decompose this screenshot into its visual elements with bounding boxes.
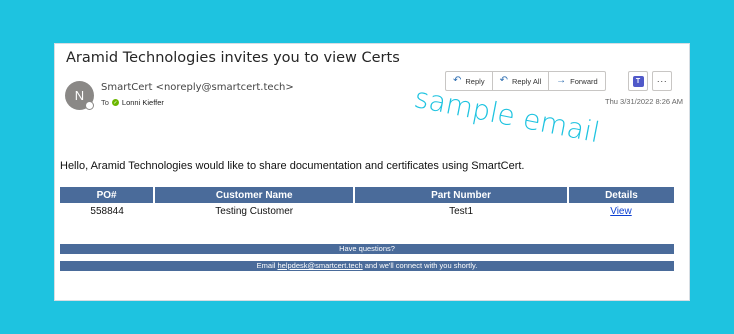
contact-bar: Email helpdesk@smartcert.tech and we'll … <box>60 261 674 271</box>
more-options-button[interactable]: ··· <box>652 71 672 91</box>
column-header-part: Part Number <box>354 187 569 203</box>
cell-part: Test1 <box>449 205 474 217</box>
sender[interactable]: SmartCert <noreply@smartcert.tech> <box>101 82 294 93</box>
cell-details: View <box>568 203 674 219</box>
column-header-details: Details <box>567 187 674 203</box>
forward-button[interactable]: → Forward <box>549 72 605 90</box>
email-card: Aramid Technologies invites you to view … <box>55 44 689 300</box>
sample-watermark: sample email <box>411 81 603 150</box>
table-header-row: PO# Customer Name Part Number Details <box>60 187 674 203</box>
certs-table: PO# Customer Name Part Number Details 55… <box>60 187 674 219</box>
contact-prefix: Email <box>256 261 278 270</box>
email-date: Thu 3/31/2022 8:26 AM <box>605 97 683 106</box>
teams-icon: T <box>632 75 644 87</box>
action-buttons: ↶ Reply ↶ Reply All → Forward <box>445 71 606 91</box>
avatar-initial: N <box>74 88 85 103</box>
recipient-name[interactable]: Lonni Kieffer <box>122 98 164 107</box>
email-subject: Aramid Technologies invites you to view … <box>66 50 400 66</box>
recipient-line: To ✓ Lonni Kieffer <box>101 98 164 107</box>
to-label: To <box>101 98 109 107</box>
reply-all-button[interactable]: ↶ Reply All <box>493 72 550 90</box>
column-header-customer: Customer Name <box>154 187 356 203</box>
greeting-text: Hello, Aramid Technologies would like to… <box>60 160 525 172</box>
reply-label: Reply <box>465 76 485 86</box>
table-row: 558844 Testing Customer Test1 View <box>60 203 674 219</box>
helpdesk-email-link[interactable]: helpdesk@smartcert.tech <box>278 261 363 270</box>
cell-po: 558844 <box>90 205 124 217</box>
reply-all-icon: ↶ <box>499 75 508 86</box>
questions-bar: Have questions? <box>60 244 674 254</box>
cell-customer: Testing Customer <box>215 205 294 217</box>
teams-button[interactable]: T <box>628 71 648 91</box>
reply-all-label: Reply All <box>511 76 542 86</box>
reply-icon: ↶ <box>453 75 462 86</box>
column-header-po: PO# <box>60 187 156 203</box>
view-link[interactable]: View <box>610 206 632 217</box>
forward-icon: → <box>556 75 567 86</box>
presence-available-icon: ✓ <box>111 99 119 106</box>
presence-status-icon <box>85 101 94 110</box>
forward-label: Forward <box>570 76 598 86</box>
contact-suffix: and we'll connect with you shortly. <box>362 261 478 270</box>
